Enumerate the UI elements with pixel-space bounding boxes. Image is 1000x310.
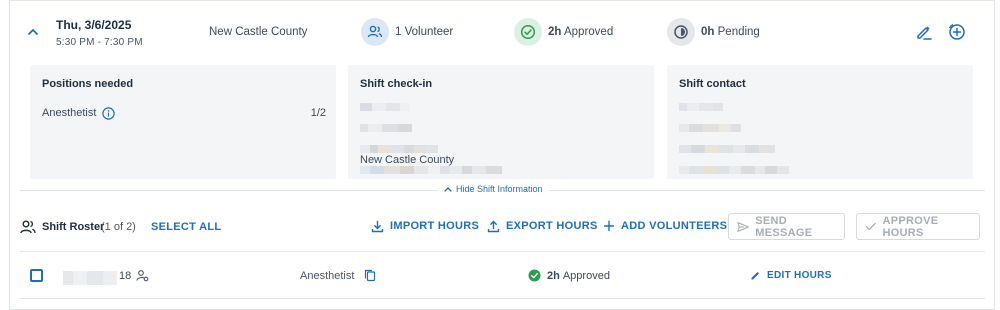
plus-icon bbox=[603, 220, 615, 232]
position-count: 1/2 bbox=[310, 107, 326, 119]
shift-date: Thu, 3/6/2025 bbox=[56, 18, 132, 32]
roster-count: (1 of 2) bbox=[101, 221, 136, 233]
row-divider bbox=[20, 298, 985, 299]
select-all-button[interactable]: SELECT ALL bbox=[151, 221, 221, 233]
approve-hours-label: APPROVE HOURS bbox=[882, 214, 939, 239]
pencil-icon bbox=[751, 272, 759, 280]
redacted-contact bbox=[679, 98, 789, 179]
volunteer-id-suffix: 18 bbox=[119, 270, 132, 282]
approve-hours-button[interactable]: APPROVE HOURS bbox=[856, 213, 980, 240]
hide-shift-info-toggle[interactable]: Hide Shift Information bbox=[438, 184, 549, 194]
chevron-up-icon[interactable] bbox=[26, 25, 40, 39]
shift-time: 5:30 PM - 7:30 PM bbox=[56, 37, 143, 48]
shift-header: Thu, 3/6/2025 5:30 PM - 7:30 PM New Cast… bbox=[10, 1, 994, 59]
edit-hours-button[interactable]: EDIT HOURS bbox=[750, 270, 832, 281]
volunteer-hours-value: 2h bbox=[547, 269, 560, 282]
shift-location: New Castle County bbox=[209, 26, 308, 38]
export-hours-button[interactable]: EXPORT HOURS bbox=[487, 213, 598, 239]
positions-needed-title: Positions needed bbox=[42, 78, 134, 90]
shift-contact-title: Shift contact bbox=[679, 78, 746, 90]
edit-hours-label: EDIT HOURS bbox=[767, 270, 832, 281]
upload-icon bbox=[371, 220, 384, 232]
shift-checkin-title: Shift check-in bbox=[360, 78, 433, 90]
clock-half-icon bbox=[667, 18, 695, 46]
shift-contact-panel: Shift contact bbox=[667, 65, 973, 179]
positions-needed-panel: Positions needed Anesthetist 1/2 bbox=[30, 65, 336, 179]
send-message-label: SEND MESSAGE bbox=[755, 214, 813, 239]
pending-hours-value: 0h bbox=[701, 26, 715, 38]
pencil-icon[interactable] bbox=[915, 23, 933, 41]
add-volunteers-label: ADD VOLUNTEERS bbox=[621, 220, 728, 232]
row-checkbox[interactable] bbox=[30, 269, 43, 282]
info-icon[interactable] bbox=[102, 106, 116, 120]
redacted-address bbox=[360, 98, 502, 179]
add-circle-icon[interactable] bbox=[948, 23, 966, 41]
copy-icon[interactable] bbox=[364, 269, 376, 282]
send-icon bbox=[737, 221, 749, 232]
roster-title: Shift Roster bbox=[42, 221, 105, 233]
position-row: Anesthetist 1/2 bbox=[42, 105, 326, 121]
check-icon bbox=[865, 222, 876, 231]
hide-shift-info-label: Hide Shift Information bbox=[456, 184, 543, 194]
pending-hours-stat: 0h Pending bbox=[667, 18, 760, 46]
check-circle-icon bbox=[528, 269, 541, 282]
volunteer-count-text: 1 Volunteer bbox=[395, 26, 454, 38]
person-settings-icon[interactable] bbox=[136, 269, 149, 282]
shift-card: Thu, 3/6/2025 5:30 PM - 7:30 PM New Cast… bbox=[9, 0, 995, 310]
table-row: 18 Anesthetist 2h Approved EDIT HOURS bbox=[10, 252, 994, 298]
approved-hours-label: Approved bbox=[563, 26, 614, 38]
send-message-button[interactable]: SEND MESSAGE bbox=[728, 213, 845, 240]
export-hours-label: EXPORT HOURS bbox=[506, 220, 598, 232]
position-name: Anesthetist bbox=[42, 107, 97, 119]
approved-hours-value: 2h bbox=[548, 26, 562, 38]
check-circle-icon bbox=[514, 18, 542, 46]
approved-hours-stat: 2h Approved bbox=[514, 18, 613, 46]
volunteer-hours-status: 2h Approved bbox=[528, 269, 610, 282]
volunteer-hours-label: Approved bbox=[562, 269, 610, 282]
import-hours-label: IMPORT HOURS bbox=[390, 220, 480, 232]
chevron-up-icon bbox=[444, 187, 452, 192]
people-icon bbox=[20, 220, 36, 234]
people-icon bbox=[361, 18, 389, 46]
redacted-volunteer-name bbox=[63, 271, 117, 290]
volunteer-position: Anesthetist bbox=[300, 270, 355, 282]
download-icon bbox=[487, 220, 500, 232]
checkin-county: New Castle County bbox=[360, 154, 455, 166]
shift-checkin-panel: Shift check-in New Castle County bbox=[348, 65, 654, 179]
volunteer-count-stat: 1 Volunteer bbox=[361, 18, 453, 46]
add-volunteers-button[interactable]: ADD VOLUNTEERS bbox=[603, 213, 727, 239]
import-hours-button[interactable]: IMPORT HOURS bbox=[371, 213, 479, 239]
roster-toolbar: Shift Roster (1 of 2) SELECT ALL IMPORT … bbox=[10, 207, 994, 247]
pending-hours-label: Pending bbox=[717, 26, 760, 38]
